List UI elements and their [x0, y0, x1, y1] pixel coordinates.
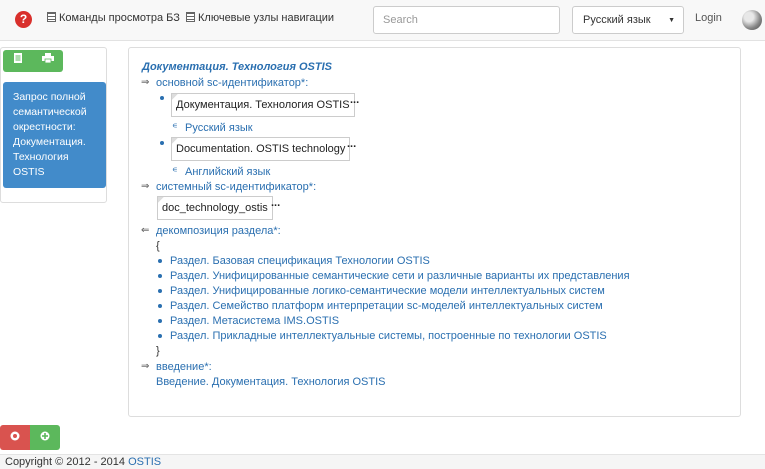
identifier-box-ru[interactable]: Документация. Технология OSTIS	[171, 93, 355, 117]
bullet	[158, 304, 162, 308]
login-link[interactable]: Login	[695, 12, 722, 24]
footer: Copyright © 2012 - 2014 OSTIS	[0, 454, 765, 469]
bullet	[160, 141, 164, 145]
plus-circle-icon	[40, 431, 50, 441]
more-options-icon[interactable]: ...	[347, 138, 356, 150]
dropdown-caret-icon: ▼	[668, 17, 675, 24]
key-nav-nodes-menu[interactable]: Ключевые узлы навигации	[186, 12, 334, 24]
document-icon	[14, 53, 22, 63]
section-link[interactable]: Раздел. Семейство платформ интерпретации…	[170, 300, 603, 312]
bullet	[158, 274, 162, 278]
section-link[interactable]: Раздел. Базовая спецификация Технологии …	[170, 255, 430, 267]
text-view-button[interactable]	[3, 50, 33, 72]
top-navbar: ? Команды просмотра БЗ Ключевые узлы нав…	[0, 0, 765, 41]
section-link[interactable]: Раздел. Унифицированные логико-семантиче…	[170, 285, 605, 297]
relation-system-identifier[interactable]: системный sc-идентификатор*:	[156, 181, 316, 193]
bullet	[158, 259, 162, 263]
more-options-icon[interactable]: ...	[271, 197, 280, 209]
history-panel: Запрос полной семантической окрестности:…	[0, 47, 107, 203]
identifier-box-en[interactable]: Documentation. OSTIS technology	[171, 137, 351, 161]
arrow-right-icon: ⇒	[141, 181, 150, 192]
set-brace-open: {	[156, 240, 160, 252]
semantic-neighborhood-query-item[interactable]: Запрос полной семантической окрестности:…	[3, 82, 106, 188]
language-link-ru[interactable]: Русский язык	[185, 122, 253, 134]
set-brace-close: }	[156, 345, 160, 357]
bullet	[158, 319, 162, 323]
introduction-link[interactable]: Введение. Документация. Технология OSTIS	[156, 376, 386, 388]
more-options-icon[interactable]: ...	[350, 94, 359, 106]
main-content-panel: Документация. Технология OSTIS ⇒ основно…	[128, 47, 741, 417]
add-window-button[interactable]	[30, 425, 60, 450]
section-link[interactable]: Раздел. Унифицированные семантические се…	[170, 270, 630, 282]
remove-circle-icon	[10, 431, 20, 441]
bullet	[160, 96, 164, 100]
printer-icon	[42, 53, 54, 64]
relation-main-identifier[interactable]: основной sc-идентификатор*:	[156, 77, 308, 89]
bullet	[158, 289, 162, 293]
search-input[interactable]	[373, 6, 560, 34]
language-selected-value: Русский язык	[583, 14, 651, 26]
list-icon	[47, 12, 56, 22]
section-link[interactable]: Раздел. Прикладные интеллектуальные сист…	[170, 330, 607, 342]
arrow-right-icon: ⇒	[141, 361, 150, 372]
globe-icon[interactable]	[742, 10, 762, 30]
list-icon	[186, 12, 195, 22]
section-link[interactable]: Раздел. Метасистема IMS.OSTIS	[170, 315, 339, 327]
copyright-text: Copyright © 2012 - 2014	[5, 456, 126, 468]
element-of-icon: ∊	[172, 121, 178, 130]
key-nav-nodes-label: Ключевые узлы навигации	[198, 12, 335, 24]
system-identifier-box[interactable]: doc_technology_ostis	[157, 196, 273, 220]
language-select[interactable]: Русский язык ▼	[572, 6, 684, 34]
element-of-icon: ∊	[172, 165, 178, 174]
kb-view-commands-label: Команды просмотра БЗ	[59, 12, 180, 24]
ostis-link[interactable]: OSTIS	[128, 456, 161, 468]
language-link-en[interactable]: Английский язык	[185, 166, 270, 178]
arrow-right-icon: ⇒	[141, 77, 150, 88]
arrow-left-icon: ⇐	[141, 225, 150, 236]
print-button[interactable]	[33, 50, 63, 72]
page-title[interactable]: Документация. Технология OSTIS	[142, 61, 332, 73]
kb-view-commands-menu[interactable]: Команды просмотра БЗ	[47, 12, 180, 24]
close-window-button[interactable]	[0, 425, 30, 450]
bullet	[158, 334, 162, 338]
relation-section-decomposition[interactable]: декомпозиция раздела*:	[156, 225, 281, 237]
help-icon[interactable]: ?	[15, 11, 32, 28]
relation-introduction[interactable]: введение*:	[156, 361, 212, 373]
